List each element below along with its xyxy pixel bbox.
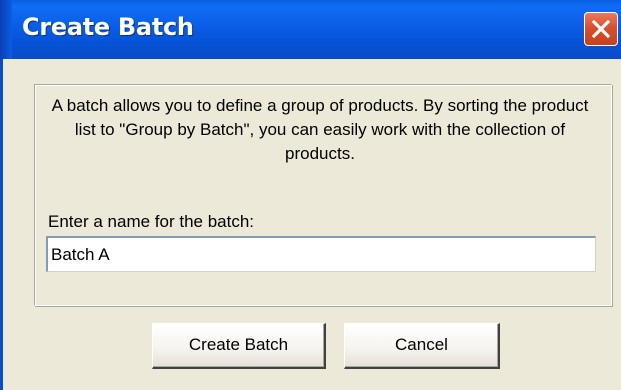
batch-name-input[interactable] xyxy=(46,236,596,272)
cancel-button[interactable]: Cancel xyxy=(344,323,500,369)
create-batch-dialog: Create Batch A batch allows you to defin… xyxy=(0,0,621,390)
create-batch-button[interactable]: Create Batch xyxy=(152,323,326,369)
close-button[interactable] xyxy=(584,12,618,46)
window-title: Create Batch xyxy=(22,13,194,41)
close-icon xyxy=(591,19,611,39)
batch-name-label: Enter a name for the batch: xyxy=(48,212,255,231)
title-bar-edge xyxy=(0,0,12,59)
title-bar[interactable]: Create Batch xyxy=(0,0,621,59)
description-text: A batch allows you to define a group of … xyxy=(51,96,589,163)
